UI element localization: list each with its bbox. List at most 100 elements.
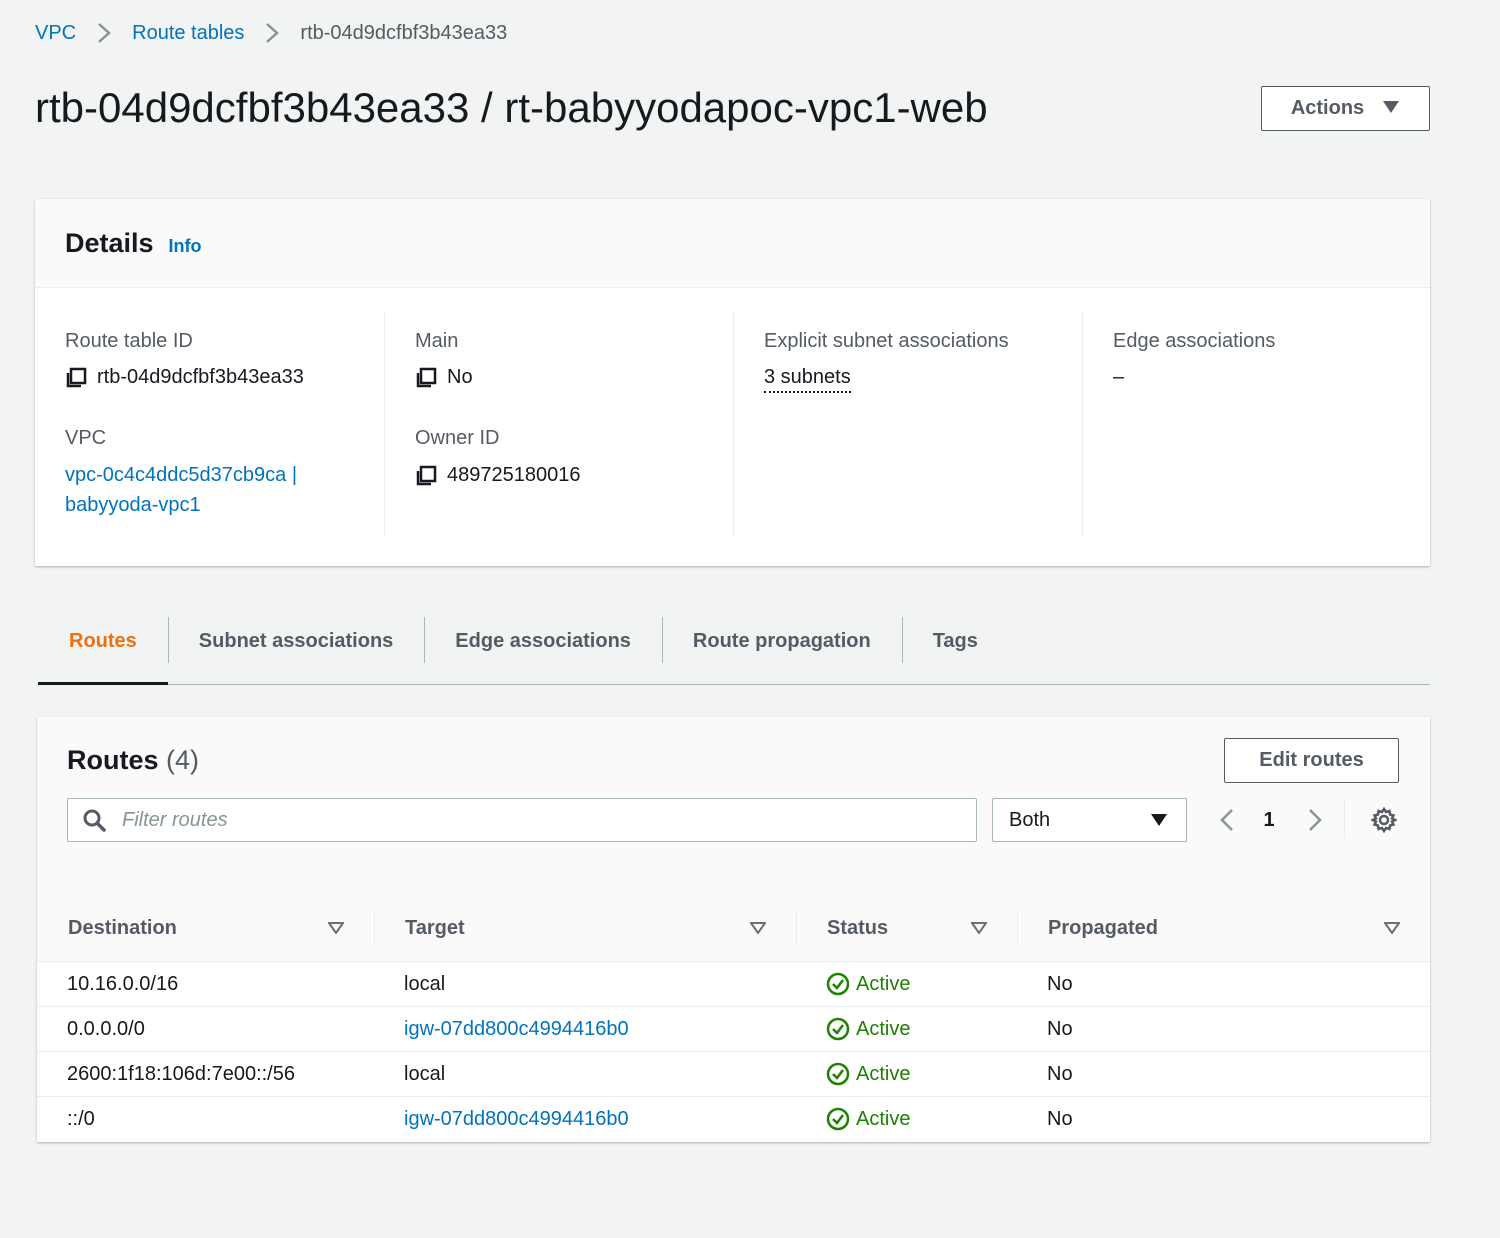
propagation-filter-select[interactable]: Both — [992, 798, 1187, 842]
edge-associations-label: Edge associations — [1113, 330, 1276, 352]
sort-icon[interactable] — [750, 922, 766, 934]
table-row: 0.0.0.0/0 igw-07dd800c4994416b0 Active N… — [37, 1006, 1430, 1052]
copy-icon[interactable] — [415, 465, 437, 487]
copy-icon[interactable] — [65, 367, 87, 389]
route-table-id-value: rtb-04d9dcfbf3b43ea33 — [65, 366, 304, 389]
destination-cell: 10.16.0.0/16 — [37, 961, 374, 1007]
search-icon — [83, 809, 106, 832]
owner-id-label: Owner ID — [415, 427, 500, 449]
status-text: Active — [856, 1107, 911, 1130]
details-column-4: Edge associations – — [1083, 312, 1430, 536]
breadcrumb-vpc[interactable]: VPC — [35, 22, 76, 45]
route-table-id-text: rtb-04d9dcfbf3b43ea33 — [97, 366, 304, 388]
status-cell: Active — [796, 961, 1017, 1007]
column-destination[interactable]: Destination — [37, 895, 374, 962]
tab-routes[interactable]: Routes — [38, 617, 168, 685]
sort-icon[interactable] — [971, 922, 987, 934]
target-link[interactable]: igw-07dd800c4994416b0 — [404, 1018, 629, 1040]
copy-icon[interactable] — [415, 367, 437, 389]
tab-edge-associations[interactable]: Edge associations — [424, 617, 662, 665]
tab-subnet-associations[interactable]: Subnet associations — [167, 617, 425, 665]
propagated-cell: No — [1047, 1107, 1073, 1130]
routes-count: (4) — [166, 745, 200, 775]
details-column-1: Route table ID rtb-04d9dcfbf3b43ea33 VPC… — [35, 312, 385, 536]
target-cell: igw-07dd800c4994416b0 — [374, 1006, 796, 1052]
table-row: ::/0 igw-07dd800c4994416b0 Active No — [37, 1097, 1430, 1142]
actions-button-label: Actions — [1290, 97, 1365, 119]
vpc-link-line1[interactable]: vpc-0c4c4ddc5d37cb9ca | — [65, 464, 297, 487]
chevron-right-icon — [90, 20, 118, 46]
routes-panel: Routes (4) Edit routes Both 1 Destinatio… — [37, 717, 1430, 1142]
tab-route-propagation[interactable]: Route propagation — [661, 617, 902, 665]
target-cell: igw-07dd800c4994416b0 — [374, 1097, 796, 1142]
breadcrumb: VPC Route tables rtb-04d9dcfbf3b43ea33 — [35, 20, 507, 46]
target-cell: local — [374, 1051, 796, 1097]
check-circle-icon — [826, 1107, 850, 1131]
details-panel: Details Info Route table ID rtb-04d9dcfb… — [35, 199, 1430, 566]
column-status[interactable]: Status — [796, 895, 1017, 962]
page-number[interactable]: 1 — [1257, 805, 1281, 835]
destination-cell: ::/0 — [67, 1107, 95, 1130]
target-cell: local — [374, 961, 796, 1007]
filter-routes-input[interactable] — [120, 807, 904, 833]
routes-title: Routes (4) — [67, 745, 199, 776]
actions-button[interactable]: Actions — [1261, 86, 1430, 131]
table-row: 10.16.0.0/16 local Active No — [37, 961, 1430, 1007]
details-title: Details — [65, 227, 154, 258]
caret-down-icon — [1382, 97, 1400, 120]
chevron-right-icon — [258, 20, 286, 46]
check-circle-icon — [826, 1062, 850, 1086]
main-label: Main — [415, 330, 459, 352]
status-cell: Active — [796, 1051, 1017, 1097]
details-body: Route table ID rtb-04d9dcfbf3b43ea33 VPC… — [35, 288, 1430, 566]
tab-tags[interactable]: Tags — [901, 617, 1009, 665]
destination-cell: 0.0.0.0/0 — [37, 1006, 374, 1052]
propagated-cell: No — [1017, 1006, 1430, 1052]
propagated-cell: No — [1017, 961, 1430, 1007]
details-column-3: Explicit subnet associations 3 subnets — [734, 312, 1083, 536]
destination-cell: 2600:1f18:106d:7e00::/56 — [37, 1051, 374, 1097]
main-text: No — [447, 366, 473, 388]
owner-id-value: 489725180016 — [415, 464, 580, 487]
column-propagated[interactable]: Propagated — [1017, 895, 1430, 962]
filter-routes-field[interactable] — [67, 798, 977, 842]
check-circle-icon — [826, 972, 850, 996]
column-target[interactable]: Target — [374, 895, 796, 962]
gear-icon[interactable] — [1370, 806, 1398, 834]
vpc-link-line2[interactable]: babyyoda-vpc1 — [65, 494, 201, 517]
propagated-cell: No — [1017, 1051, 1430, 1097]
check-circle-icon — [826, 1017, 850, 1041]
caret-down-icon — [1151, 814, 1167, 826]
sort-icon[interactable] — [1384, 922, 1400, 934]
table-header-row: Destination Target Status Propagated — [37, 895, 1430, 962]
main-value: No — [415, 366, 473, 389]
table-row: 2600:1f18:106d:7e00::/56 local Active No — [37, 1051, 1430, 1097]
previous-page-button[interactable] — [1215, 805, 1239, 835]
column-destination-label: Destination — [68, 916, 177, 939]
explicit-subnets-text[interactable]: 3 subnets — [764, 366, 851, 393]
edit-routes-button[interactable]: Edit routes — [1224, 738, 1399, 783]
status-text: Active — [856, 1062, 911, 1085]
details-header: Details Info — [35, 199, 1430, 288]
page-title: rtb-04d9dcfbf3b43ea33 / rt-babyyodapoc-v… — [35, 84, 988, 131]
details-column-2: Main No Owner ID 489725180016 — [385, 312, 734, 536]
explicit-subnets-label: Explicit subnet associations — [764, 330, 1009, 352]
status-text: Active — [856, 1017, 911, 1040]
info-link[interactable]: Info — [169, 236, 202, 257]
sort-icon[interactable] — [328, 922, 344, 934]
explicit-subnets-value[interactable]: 3 subnets — [764, 366, 851, 393]
column-status-label: Status — [827, 916, 889, 939]
routes-table: Destination Target Status Propagated 10.… — [37, 895, 1430, 1141]
owner-id-text: 489725180016 — [447, 464, 581, 486]
status-text: Active — [856, 972, 911, 995]
column-propagated-label: Propagated — [1048, 916, 1159, 939]
next-page-button[interactable] — [1303, 805, 1327, 835]
status-cell: Active — [796, 1097, 1017, 1142]
status-cell: Active — [796, 1006, 1017, 1052]
breadcrumb-route-tables[interactable]: Route tables — [132, 22, 244, 45]
column-target-label: Target — [405, 916, 465, 939]
pager-divider — [1344, 799, 1345, 839]
edge-associations-value: – — [1113, 366, 1125, 388]
target-link[interactable]: igw-07dd800c4994416b0 — [404, 1108, 629, 1130]
routes-title-text: Routes — [67, 745, 159, 775]
